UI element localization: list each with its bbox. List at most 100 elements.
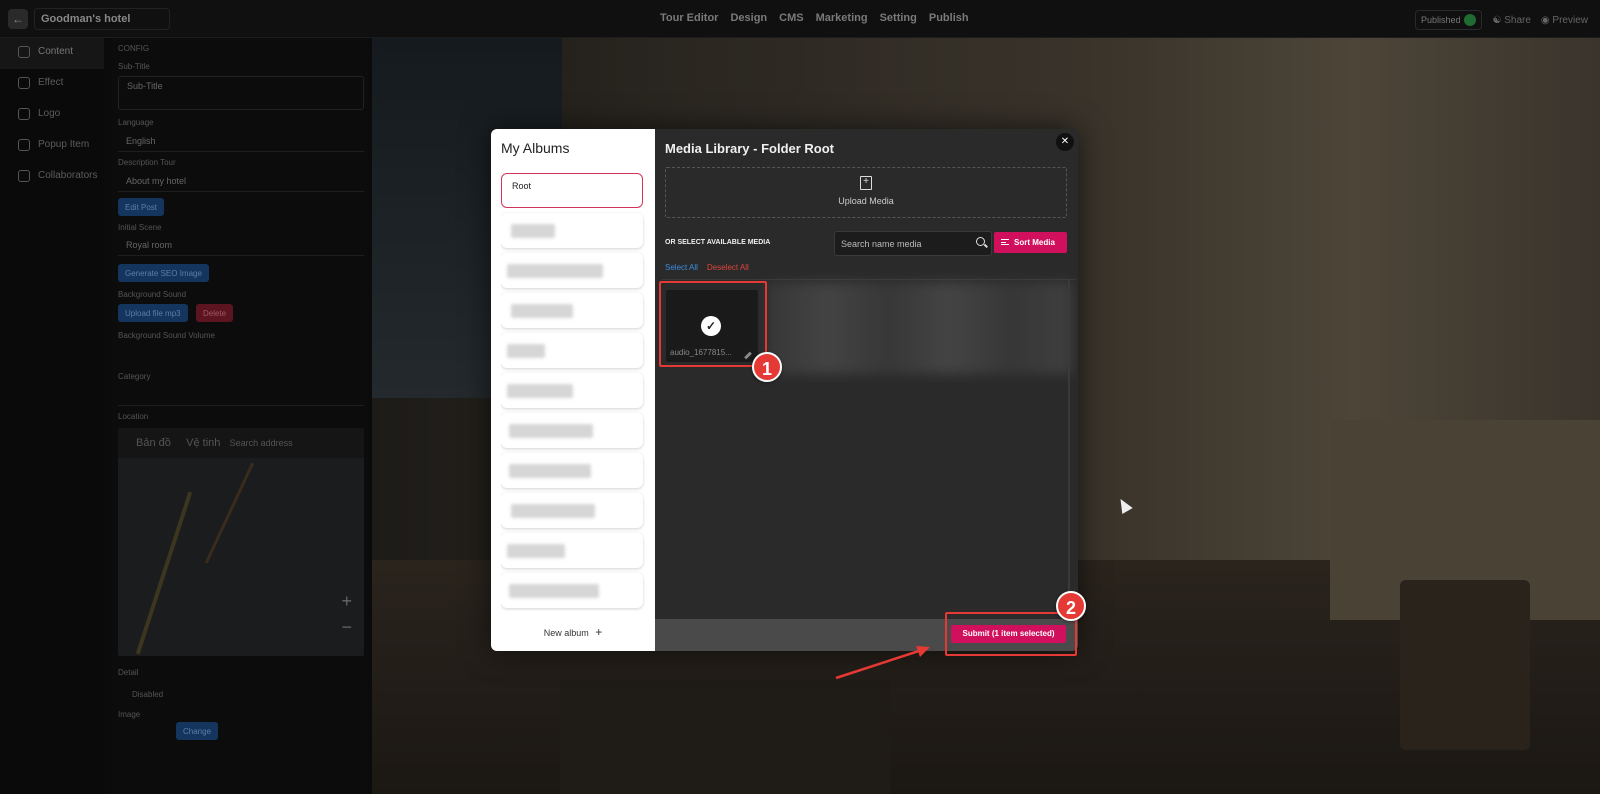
nav-tour-editor[interactable]: Tour Editor	[654, 12, 724, 24]
copyright-icon	[18, 108, 30, 120]
sidebar-item-content[interactable]: Content	[0, 38, 104, 69]
album-item[interactable]	[501, 573, 643, 608]
sort-media-button[interactable]: Sort Media	[994, 232, 1067, 253]
sidebar-item-label: Popup Item	[38, 139, 90, 150]
back-button[interactable]: ←	[8, 9, 28, 29]
disabled-label: Disabled	[132, 690, 164, 699]
album-item[interactable]	[501, 253, 643, 288]
edit-post-button[interactable]: Edit Post	[118, 198, 165, 216]
top-right-actions: Published ☯ Share ◉ Preview	[1414, 10, 1588, 30]
album-label-blurred	[509, 464, 591, 478]
project-title[interactable]: Goodman's hotel	[34, 8, 170, 30]
sort-icon	[1001, 239, 1009, 245]
search-icon[interactable]	[976, 237, 985, 246]
share-button[interactable]: ☯ Share	[1492, 15, 1530, 26]
nav-cms[interactable]: CMS	[773, 12, 809, 24]
plus-icon: +	[595, 625, 603, 639]
highlight-submit	[945, 612, 1077, 656]
sidebar-item-logo[interactable]: Logo	[0, 100, 104, 131]
album-item[interactable]	[501, 533, 643, 568]
category-select[interactable]	[118, 386, 364, 406]
album-label-blurred	[507, 344, 545, 358]
change-image-button[interactable]: Change	[176, 722, 219, 740]
search-media-field	[834, 231, 992, 256]
highlight-media-item	[659, 281, 767, 367]
nav-setting[interactable]: Setting	[874, 12, 923, 24]
search-media-input[interactable]	[835, 232, 965, 255]
album-label-blurred	[509, 584, 599, 598]
subtitle-input[interactable]: Sub-Title	[118, 76, 364, 110]
window-icon	[18, 139, 30, 151]
deselect-all-link[interactable]: Deselect All	[707, 263, 749, 272]
sidebar-item-label: Collaborators	[38, 170, 98, 181]
sidebar-item-popup[interactable]: Popup Item	[0, 131, 104, 162]
close-icon: ✕	[1060, 136, 1070, 147]
close-modal-button[interactable]: ✕	[1056, 133, 1074, 151]
preview-button[interactable]: ◉ Preview	[1541, 15, 1588, 26]
map-tab-map[interactable]: Bản đồ	[136, 437, 171, 449]
file-upload-icon: +	[860, 176, 872, 190]
generate-seo-button[interactable]: Generate SEO Image	[118, 264, 209, 282]
map-tab-satellite[interactable]: Vệ tinh	[186, 437, 220, 449]
eye-icon: ◉	[1540, 14, 1550, 26]
album-item[interactable]	[501, 293, 643, 328]
sidebar-item-label: Content	[38, 46, 74, 57]
gear-icon	[18, 46, 30, 58]
albums-panel: My Albums Root New album +	[491, 129, 655, 651]
location-map[interactable]: Bản đồ Vệ tinh Search address + −	[118, 428, 364, 656]
sidebar-item-effect[interactable]: Effect	[0, 69, 104, 100]
sidebar-item-label: Logo	[38, 108, 61, 119]
top-nav: Tour Editor Design CMS Marketing Setting…	[654, 12, 975, 24]
delete-sound-button[interactable]: Delete	[196, 304, 234, 322]
map-tabs: Bản đồ Vệ tinh Search address	[118, 428, 364, 458]
initial-scene-select[interactable]: Royal room	[118, 236, 364, 256]
bg-sound-label: Background Sound	[118, 290, 187, 299]
album-item[interactable]	[501, 213, 643, 248]
nav-marketing[interactable]: Marketing	[810, 12, 874, 24]
nav-design[interactable]: Design	[724, 12, 773, 24]
description-label: Description Tour	[118, 158, 176, 167]
share-label: Share	[1504, 14, 1531, 26]
sort-media-label: Sort Media	[1014, 238, 1055, 247]
album-item[interactable]	[501, 493, 643, 528]
album-item-root[interactable]: Root	[501, 173, 643, 208]
select-all-link[interactable]: Select All	[665, 263, 698, 272]
settings-panel: CONFIG Sub-Title Sub-Title Language Engl…	[112, 38, 368, 794]
upload-mp3-button[interactable]: Upload file mp3	[118, 304, 188, 322]
album-label-blurred	[511, 504, 595, 518]
media-scrollbar[interactable]	[1068, 279, 1070, 617]
new-album-button[interactable]: New album +	[491, 625, 655, 639]
albums-title: My Albums	[501, 140, 570, 156]
published-indicator	[1464, 14, 1477, 26]
initial-scene-label: Initial Scene	[118, 223, 162, 232]
upload-media-dropzone[interactable]: + Upload Media	[665, 167, 1067, 218]
share-icon: ☯	[1492, 14, 1502, 26]
top-bar: ← Goodman's hotel Tour Editor Design CMS…	[0, 0, 1600, 38]
category-label: Category	[118, 372, 151, 381]
album-label-blurred	[507, 384, 573, 398]
album-list: Root	[501, 173, 645, 611]
sidebar-item-collaborators[interactable]: Collaborators	[0, 162, 104, 193]
upload-media-label: Upload Media	[838, 196, 894, 206]
language-select[interactable]: English	[118, 132, 364, 152]
bg-volume-label: Background Sound Volume	[118, 331, 215, 340]
album-item[interactable]	[501, 333, 643, 368]
nav-publish[interactable]: Publish	[923, 12, 975, 24]
new-album-label: New album	[543, 628, 589, 638]
map-road	[204, 462, 255, 564]
map-zoom-controls[interactable]: + −	[341, 588, 352, 640]
map-search[interactable]: Search address	[230, 438, 293, 448]
album-item[interactable]	[501, 453, 643, 488]
description-select[interactable]: About my hotel	[118, 172, 364, 192]
arrow-annotation	[835, 646, 930, 680]
album-item[interactable]	[501, 413, 643, 448]
panorama-table	[560, 680, 890, 794]
album-label: Root	[512, 181, 532, 191]
sidebar-item-label: Effect	[38, 77, 64, 88]
published-toggle[interactable]: Published	[1414, 10, 1483, 30]
step-badge-2: 2	[1056, 591, 1086, 621]
preview-label: Preview	[1552, 14, 1588, 26]
media-library-modal: My Albums Root New album + Media Library…	[491, 129, 1078, 651]
album-item[interactable]	[501, 373, 643, 408]
step-badge-1: 1	[752, 352, 782, 382]
